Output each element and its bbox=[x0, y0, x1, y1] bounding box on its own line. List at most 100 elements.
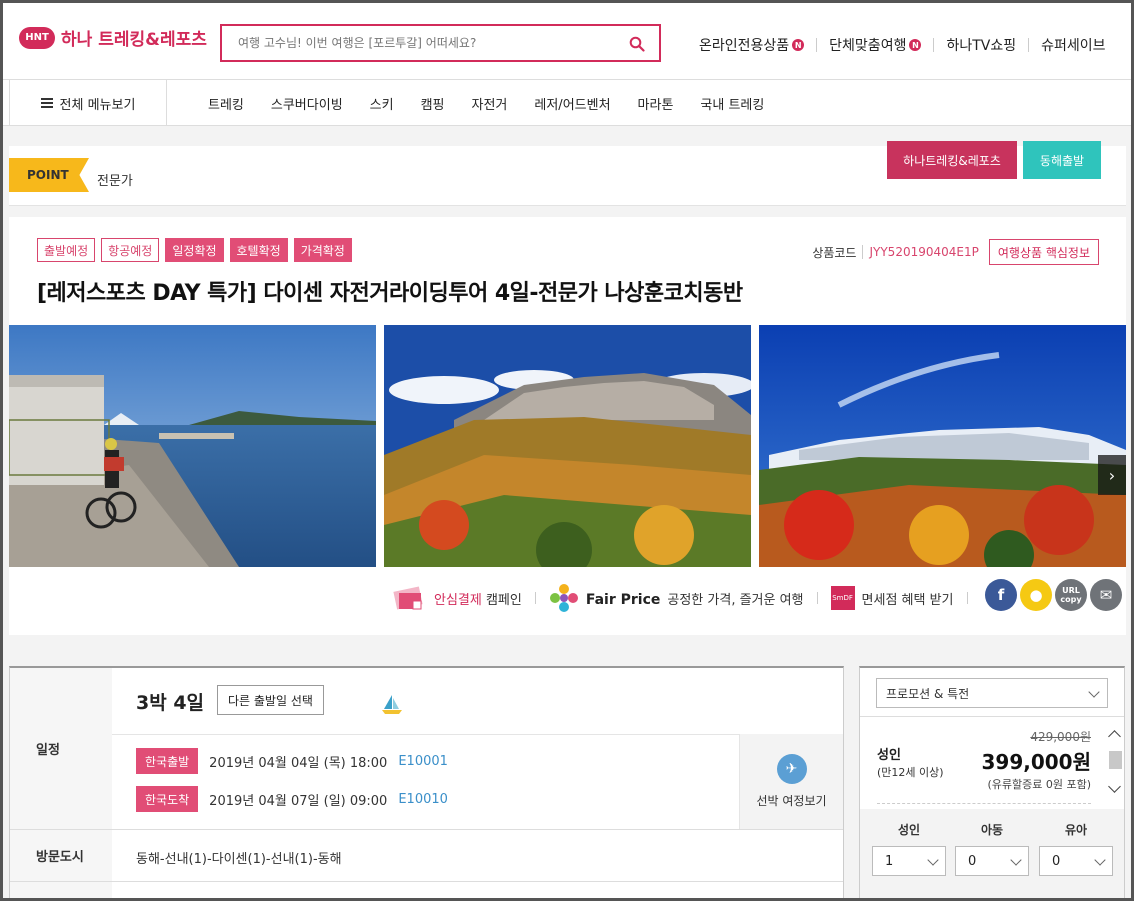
plane-icon: ✈ bbox=[776, 754, 807, 784]
top-link-tv-shopping[interactable]: 하나TV쇼핑 bbox=[946, 35, 1016, 55]
divider bbox=[816, 38, 818, 52]
promotion-select[interactable]: 프로모션 & 특전 bbox=[876, 678, 1108, 708]
safe-payment-link[interactable]: 안심결제 캠페인 bbox=[434, 589, 522, 608]
status-tag: 항공예정 bbox=[101, 238, 160, 262]
nav-item-scuba[interactable]: 스쿠버다이빙 bbox=[271, 94, 343, 113]
gallery-next-button[interactable]: › bbox=[1098, 455, 1126, 495]
nav-item-leisure[interactable]: 레저/어드벤처 bbox=[534, 94, 610, 113]
pax-value: 0 bbox=[1052, 853, 1061, 869]
cities-row: 방문도시 동해-선내(1)-다이센(1)-선내(1)-동해 bbox=[10, 830, 843, 882]
kakao-icon[interactable]: ● bbox=[1020, 579, 1052, 611]
top-link-label: 슈퍼세이브 bbox=[1041, 38, 1106, 54]
divider bbox=[877, 803, 1091, 804]
facebook-icon[interactable]: f bbox=[985, 579, 1017, 611]
product-code-label: 상품코드 bbox=[812, 245, 857, 260]
logo-text: 하나 트레킹&레포츠 bbox=[61, 30, 207, 50]
price-scrollbar[interactable] bbox=[1106, 724, 1124, 800]
url-copy-icon[interactable]: URL copy bbox=[1055, 579, 1087, 611]
child-count-select[interactable]: 0 bbox=[955, 846, 1029, 876]
top-link-group-custom[interactable]: 단체맞춤여행 N bbox=[829, 35, 922, 55]
nav-item-marathon[interactable]: 마라톤 bbox=[638, 94, 674, 113]
infant-count-select[interactable]: 0 bbox=[1039, 846, 1113, 876]
product-panel: 출발예정 항공예정 일정확정 호텔확정 가격확정 상품코드 JYY5201904… bbox=[9, 217, 1126, 635]
status-tag: 호텔확정 bbox=[229, 238, 288, 262]
infant-count: 유아 0 bbox=[1039, 821, 1113, 876]
safe-payment-rest: 캠페인 bbox=[481, 592, 522, 608]
top-links: 온라인전용상품 N 단체맞춤여행 N 하나TV쇼핑 슈퍼세이브 bbox=[699, 35, 1106, 55]
all-menu-label: 전체 메뉴보기 bbox=[59, 97, 136, 113]
status-tag: 가격확정 bbox=[293, 238, 352, 262]
arrival-datetime: 2019년 04월 07일 (일) 09:00 bbox=[209, 793, 388, 809]
original-price: 429,000원 bbox=[1030, 730, 1091, 744]
product-code-value: JYY520190404E1P bbox=[862, 245, 979, 259]
safe-payment-highlight: 안심결제 bbox=[434, 592, 482, 608]
arrival-tag: 한국도착 bbox=[136, 786, 199, 812]
fuel-surcharge-note: (유류할증료 0원 포함) bbox=[987, 778, 1091, 791]
child-count: 아동 0 bbox=[955, 821, 1029, 876]
divider bbox=[1028, 38, 1030, 52]
pax-label: 유아 bbox=[1064, 823, 1088, 837]
tour-photo-cyclist[interactable] bbox=[9, 325, 376, 567]
dutyfree-icon: SmDF bbox=[830, 586, 855, 610]
schedule-table: 일정 3박 4일 다른 출발일 선택 한국출발 2019년 04월 04일 (목… bbox=[9, 666, 844, 901]
passenger-count-area: 성인 1 아동 0 유아 0 bbox=[860, 809, 1124, 901]
logo-badge: HNT bbox=[19, 26, 55, 49]
all-menu-button[interactable]: 전체 메뉴보기 bbox=[9, 80, 167, 126]
pax-label: 성인 bbox=[897, 823, 921, 837]
adult-count-select[interactable]: 1 bbox=[872, 846, 946, 876]
arrival-leg: 한국도착 2019년 04월 07일 (일) 09:00 E10010 bbox=[136, 786, 448, 812]
nav-item-domestic-trekking[interactable]: 국내 트레킹 bbox=[700, 94, 764, 113]
divider bbox=[816, 592, 818, 604]
share-buttons: f ● URL copy ✉ bbox=[985, 579, 1125, 611]
trip-duration: 3박 4일 bbox=[136, 692, 205, 714]
product-code-area: 상품코드 JYY520190404E1P 여행상품 핵심정보 bbox=[812, 239, 1099, 265]
top-link-online-only[interactable]: 온라인전용상품 N bbox=[699, 35, 805, 55]
mail-icon[interactable]: ✉ bbox=[1090, 579, 1122, 611]
search-input[interactable] bbox=[238, 34, 618, 52]
fair-price-icon bbox=[549, 584, 578, 612]
row-label bbox=[10, 882, 112, 901]
departure-leg: 한국출발 2019년 04월 04일 (목) 18:00 E10001 bbox=[136, 748, 448, 774]
chevron-down-icon bbox=[1088, 686, 1100, 698]
core-info-button[interactable]: 여행상품 핵심정보 bbox=[988, 239, 1099, 265]
product-title: [레저스포츠 DAY 특가] 다이센 자전거라이딩투어 4일-전문가 나상훈코치… bbox=[37, 281, 743, 306]
schedule-row: 일정 3박 4일 다른 출발일 선택 한국출발 2019년 04월 04일 (목… bbox=[10, 668, 843, 830]
status-tag: 일정확정 bbox=[165, 238, 224, 262]
nav-item-ski[interactable]: 스키 bbox=[370, 94, 394, 113]
departure-code[interactable]: E10001 bbox=[398, 754, 448, 769]
nav-item-trekking[interactable]: 트레킹 bbox=[208, 94, 244, 113]
pax-value: 0 bbox=[968, 853, 977, 869]
tour-photo-snow-mountain[interactable] bbox=[759, 325, 1126, 567]
other-departure-button[interactable]: 다른 출발일 선택 bbox=[217, 685, 324, 715]
nav-item-camping[interactable]: 캠핑 bbox=[421, 94, 445, 113]
tour-photo-autumn-mountain[interactable] bbox=[384, 325, 751, 567]
point-bar: POINT 전문가 하나트레킹&레포츠 동해출발 bbox=[9, 141, 1126, 206]
dutyfree-link[interactable]: 면세점 혜택 받기 bbox=[862, 589, 954, 608]
search-icon[interactable] bbox=[629, 36, 645, 52]
site-logo[interactable]: HNT 하나 트레킹&레포츠 bbox=[19, 25, 207, 50]
fair-price-link[interactable]: Fair Price 공정한 가격, 즐거운 여행 bbox=[586, 589, 804, 608]
scrollbar-thumb[interactable] bbox=[1109, 751, 1122, 769]
header: HNT 하나 트레킹&레포츠 온라인전용상품 N 단체맞춤여행 N 하나TV쇼핑… bbox=[3, 3, 1131, 79]
fair-price-rest: 공정한 가격, 즐거운 여행 bbox=[667, 592, 804, 608]
top-link-super-save[interactable]: 슈퍼세이브 bbox=[1041, 35, 1105, 55]
ship-itinerary-button[interactable]: ✈ 선박 여정보기 bbox=[739, 734, 843, 829]
ship-icon bbox=[382, 695, 402, 714]
chevron-up-icon[interactable] bbox=[1108, 730, 1121, 743]
arrival-code[interactable]: E10010 bbox=[398, 792, 448, 807]
cities-value: 동해-선내(1)-다이센(1)-선내(1)-동해 bbox=[136, 852, 342, 867]
price-area: 성인 (만12세 이상) 429,000원 399,000원 (유류할증료 0원… bbox=[860, 717, 1106, 809]
divider bbox=[966, 592, 968, 604]
top-link-label: 온라인전용상품 bbox=[699, 38, 790, 54]
top-link-label: 단체맞춤여행 bbox=[829, 38, 907, 54]
new-badge: N bbox=[792, 39, 805, 51]
chevron-down-icon bbox=[927, 854, 939, 866]
status-tags: 출발예정 항공예정 일정확정 호텔확정 가격확정 bbox=[37, 238, 358, 262]
adult-price-label: 성인 bbox=[877, 748, 901, 763]
chevron-down-icon[interactable] bbox=[1108, 780, 1121, 793]
adult-age-note: (만12세 이상) bbox=[877, 766, 944, 779]
status-tag: 출발예정 bbox=[37, 238, 96, 262]
nav-item-bicycle[interactable]: 자전거 bbox=[472, 94, 508, 113]
schedule-label: 일정 bbox=[10, 668, 112, 829]
divider bbox=[933, 38, 935, 52]
